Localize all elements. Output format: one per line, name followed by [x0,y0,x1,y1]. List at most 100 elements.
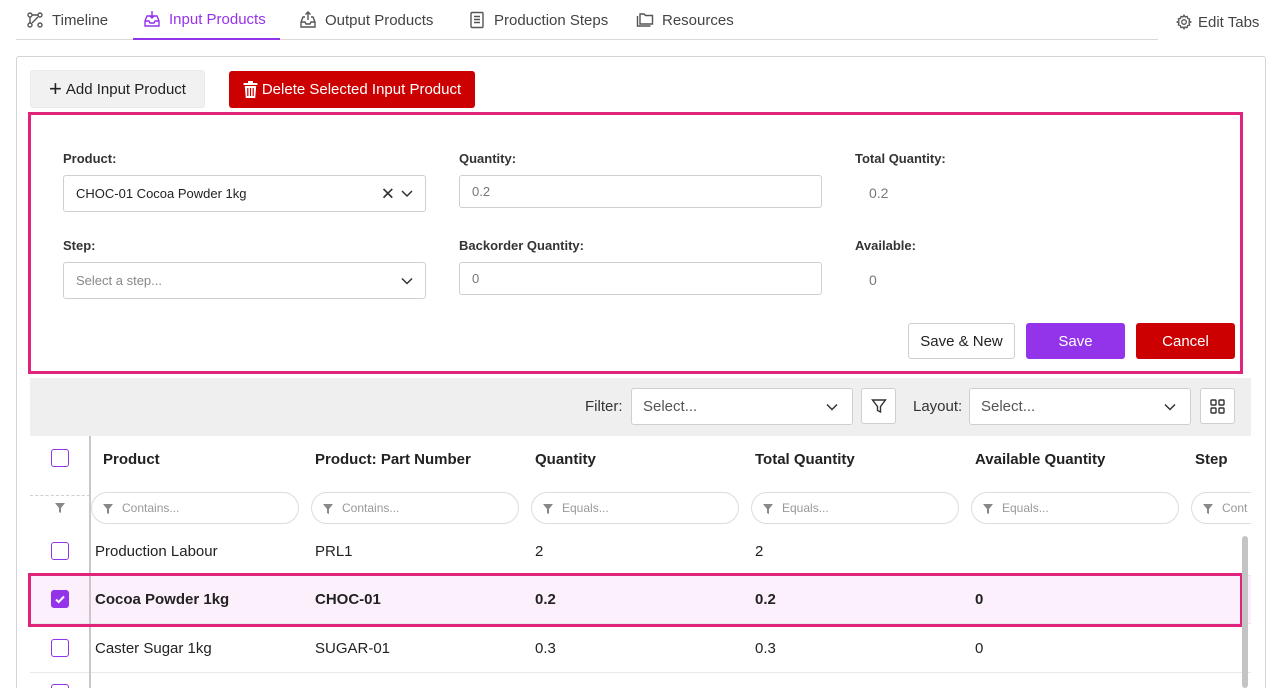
grid-header: Product Product: Part Number Quantity To… [30,436,1251,484]
cell-product: Caster Sugar 1kg [95,640,212,657]
clear-icon[interactable]: ✕ [381,185,395,202]
cell-part-number: SUGAR-01 [315,640,391,657]
filter-placeholder: Equals... [782,501,829,515]
cell-product: Cocoa Powder 1kg [95,591,230,608]
cell-part-number: CHOC-01 [315,591,381,608]
filter-quantity[interactable]: Equals... [531,492,739,524]
step-label: Step: [63,238,96,253]
funnel-icon [103,504,113,514]
select-all-checkbox[interactable] [51,449,69,467]
add-button-label: Add Input Product [65,80,186,98]
cell-total-quantity: 0.3 [755,640,776,657]
row-checkbox[interactable] [51,542,69,560]
backorder-quantity-value: 0 [472,271,480,286]
row-checkbox[interactable] [51,684,69,688]
timeline-icon [27,12,43,28]
filter-available-quantity[interactable]: Equals... [971,492,1179,524]
cell-quantity: 0.2 [535,591,556,608]
cell-available-quantity: 0 [975,591,984,608]
total-quantity-value: 0.2 [869,185,889,201]
output-tray-icon [300,11,316,28]
trash-icon [243,81,258,98]
funnel-icon [55,503,65,513]
save-and-new-button[interactable]: Save & New [908,323,1015,359]
tab-input-products[interactable]: Input Products [133,0,280,40]
table-row[interactable] [30,674,1251,688]
row-checkbox[interactable] [51,639,69,657]
filter-select[interactable]: Select... [631,388,853,425]
input-products-grid: Product Product: Part Number Quantity To… [30,436,1251,688]
filter-select-placeholder: Select... [643,398,698,415]
row-checkbox[interactable] [51,590,69,608]
product-select-value: CHOC-01 Cocoa Powder 1kg [76,186,247,201]
filter-step[interactable]: Cont [1191,492,1251,524]
table-row[interactable]: Production Labour PRL1 2 2 [30,528,1251,576]
backorder-quantity-field[interactable]: 0 [459,262,822,295]
edit-tabs-button[interactable]: Edit Tabs [1176,8,1259,36]
filter-placeholder: Equals... [1002,501,1049,515]
table-row[interactable]: Cocoa Powder 1kg CHOC-01 0.2 0.2 0 [30,576,1251,624]
column-header-product[interactable]: Product [103,451,160,468]
filter-product[interactable]: Contains... [91,492,299,524]
chevron-down-icon [401,190,413,198]
filter-placeholder: Cont [1222,501,1248,515]
funnel-icon [763,504,773,514]
tab-label: Input Products [169,10,266,28]
column-header-step[interactable]: Step [1195,451,1228,468]
tab-label: Timeline [52,11,109,29]
filter-label: Filter: [585,398,623,415]
tab-resources[interactable]: Resources [636,0,746,40]
quantity-value: 0.2 [472,184,491,199]
filter-part-number[interactable]: Contains... [311,492,519,524]
checkmark-icon [55,595,65,604]
column-header-available-quantity[interactable]: Available Quantity [975,451,1105,468]
step-select[interactable]: Select a step... [63,262,426,299]
tab-production-steps[interactable]: Production Steps [468,0,618,40]
delete-button-label: Delete Selected Input Product [261,81,462,98]
column-header-part-number[interactable]: Product: Part Number [315,451,471,468]
quantity-label: Quantity: [459,151,517,166]
quantity-field[interactable]: 0.2 [459,175,822,208]
tab-timeline[interactable]: Timeline [26,0,126,40]
layout-button[interactable] [1200,388,1235,424]
input-tray-icon [144,11,160,27]
product-select[interactable]: CHOC-01 Cocoa Powder 1kg ✕ [63,175,426,212]
gear-icon [1176,14,1192,30]
tab-bar: Timeline Input Products Output Products … [16,0,1158,40]
save-button[interactable]: Save [1026,323,1125,359]
backorder-quantity-label: Backorder Quantity: [459,238,584,253]
funnel-icon [983,504,993,514]
filter-placeholder: Contains... [342,501,400,515]
cancel-button[interactable]: Cancel [1136,323,1235,359]
tab-output-products[interactable]: Output Products [299,0,444,40]
add-input-product-button[interactable]: + Add Input Product [30,70,205,108]
cell-product: Production Labour [95,543,218,560]
edit-tabs-label: Edit Tabs [1198,13,1260,31]
grid-scrollbar[interactable] [1242,536,1248,688]
layout-select[interactable]: Select... [969,388,1191,425]
cell-total-quantity: 2 [755,543,764,560]
filter-placeholder: Equals... [562,501,609,515]
cell-available-quantity: 0 [975,640,984,657]
filter-button[interactable] [861,388,896,424]
filter-placeholder: Contains... [122,501,180,515]
layout-select-placeholder: Select... [981,398,1036,415]
available-value: 0 [869,272,877,288]
cell-quantity: 2 [535,543,544,560]
cell-total-quantity: 0.2 [755,591,776,608]
table-row[interactable]: Caster Sugar 1kg SUGAR-01 0.3 0.3 0 [30,625,1251,673]
filter-total-quantity[interactable]: Equals... [751,492,959,524]
chevron-down-icon [826,403,838,411]
tab-label: Output Products [325,11,434,29]
funnel-icon [870,399,887,414]
document-list-icon [470,11,484,29]
column-header-total-quantity[interactable]: Total Quantity [755,451,855,468]
grid-toolbar: Filter: Select... Layout: Select... [30,378,1251,436]
available-label: Available: [855,238,916,253]
cell-quantity: 0.3 [535,640,556,657]
tab-label: Resources [662,11,734,29]
column-header-quantity[interactable]: Quantity [535,451,596,468]
total-quantity-label: Total Quantity: [855,151,946,166]
plus-icon: + [49,76,62,101]
delete-input-product-button[interactable]: Delete Selected Input Product [229,71,475,108]
